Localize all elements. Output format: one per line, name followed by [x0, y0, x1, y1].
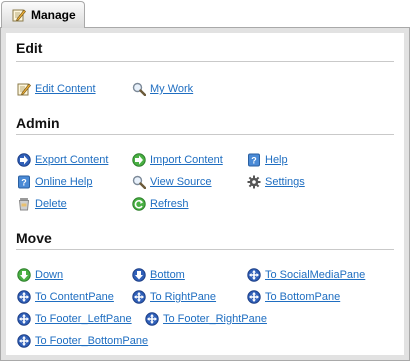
item-label: To Footer_BottomPane [35, 335, 149, 347]
section-title-edit: Edit [16, 40, 43, 56]
item-label: Online Help [35, 176, 93, 188]
move-to-bottompane-link[interactable]: To BottomPane [247, 289, 340, 305]
export-content-link[interactable]: Export Content [17, 152, 108, 168]
help-book-icon [17, 175, 31, 189]
blue-move-icon [247, 290, 261, 304]
edit-pencil-icon [17, 82, 31, 96]
refresh-icon [132, 197, 146, 211]
item-label: My Work [150, 83, 194, 95]
help-book-icon [247, 153, 261, 167]
gear-icon [247, 175, 261, 189]
divider [16, 134, 394, 135]
blue-move-icon [17, 290, 31, 304]
green-down-arrow-icon [17, 268, 31, 282]
move-to-rightpane-link[interactable]: To RightPane [132, 289, 216, 305]
blue-down-arrow-icon [132, 268, 146, 282]
item-label: To Footer_RightPane [163, 313, 267, 325]
item-label: To ContentPane [35, 291, 114, 303]
item-label: Settings [265, 176, 305, 188]
move-bottom-link[interactable]: Bottom [132, 267, 185, 283]
blue-move-icon [17, 312, 31, 326]
manage-panel: Edit Edit Content My Work Admin Export C… [0, 27, 410, 361]
edit-content-link[interactable]: Edit Content [17, 81, 96, 97]
export-globe-icon [17, 153, 31, 167]
trash-icon [17, 197, 31, 211]
move-down-link[interactable]: Down [17, 267, 63, 283]
online-help-link[interactable]: Online Help [17, 174, 92, 190]
manage-panel-content: Edit Edit Content My Work Admin Export C… [6, 33, 404, 355]
move-to-contentpane-link[interactable]: To ContentPane [17, 289, 114, 305]
section-title-move: Move [16, 230, 52, 246]
section-title-admin: Admin [16, 115, 60, 131]
divider [16, 249, 394, 250]
view-source-link[interactable]: View Source [132, 174, 212, 190]
blue-move-icon [145, 312, 159, 326]
item-label: To RightPane [150, 291, 217, 303]
item-label: Import Content [150, 154, 223, 166]
divider [16, 61, 394, 62]
move-to-footer-bottompane-link[interactable]: To Footer_BottomPane [17, 333, 148, 349]
manage-label: Manage [31, 8, 76, 22]
item-label: Edit Content [35, 83, 96, 95]
magnifier-icon [132, 175, 146, 189]
item-label: Help [265, 154, 288, 166]
my-work-link[interactable]: My Work [132, 81, 193, 97]
item-label: To SocialMediaPane [265, 269, 366, 281]
settings-link[interactable]: Settings [247, 174, 305, 190]
blue-move-icon [17, 334, 31, 348]
refresh-link[interactable]: Refresh [132, 196, 189, 212]
import-content-link[interactable]: Import Content [132, 152, 223, 168]
blue-move-icon [247, 268, 261, 282]
item-label: To BottomPane [265, 291, 341, 303]
item-label: Down [35, 269, 64, 281]
move-to-socialmediapane-link[interactable]: To SocialMediaPane [247, 267, 365, 283]
help-link[interactable]: Help [247, 152, 288, 168]
delete-link[interactable]: Delete [17, 196, 67, 212]
magnifier-icon [132, 82, 146, 96]
item-label: Delete [35, 198, 67, 210]
import-arrow-icon [132, 153, 146, 167]
item-label: Bottom [150, 269, 185, 281]
item-label: Refresh [150, 198, 189, 210]
item-label: View Source [150, 176, 212, 188]
manage-button[interactable]: Manage [1, 1, 85, 28]
item-label: To Footer_LeftPane [35, 313, 132, 325]
blue-move-icon [132, 290, 146, 304]
move-to-footer-leftpane-link[interactable]: To Footer_LeftPane [17, 311, 132, 327]
edit-pencil-icon [12, 8, 26, 22]
item-label: Export Content [35, 154, 109, 166]
move-to-footer-rightpane-link[interactable]: To Footer_RightPane [145, 311, 267, 327]
